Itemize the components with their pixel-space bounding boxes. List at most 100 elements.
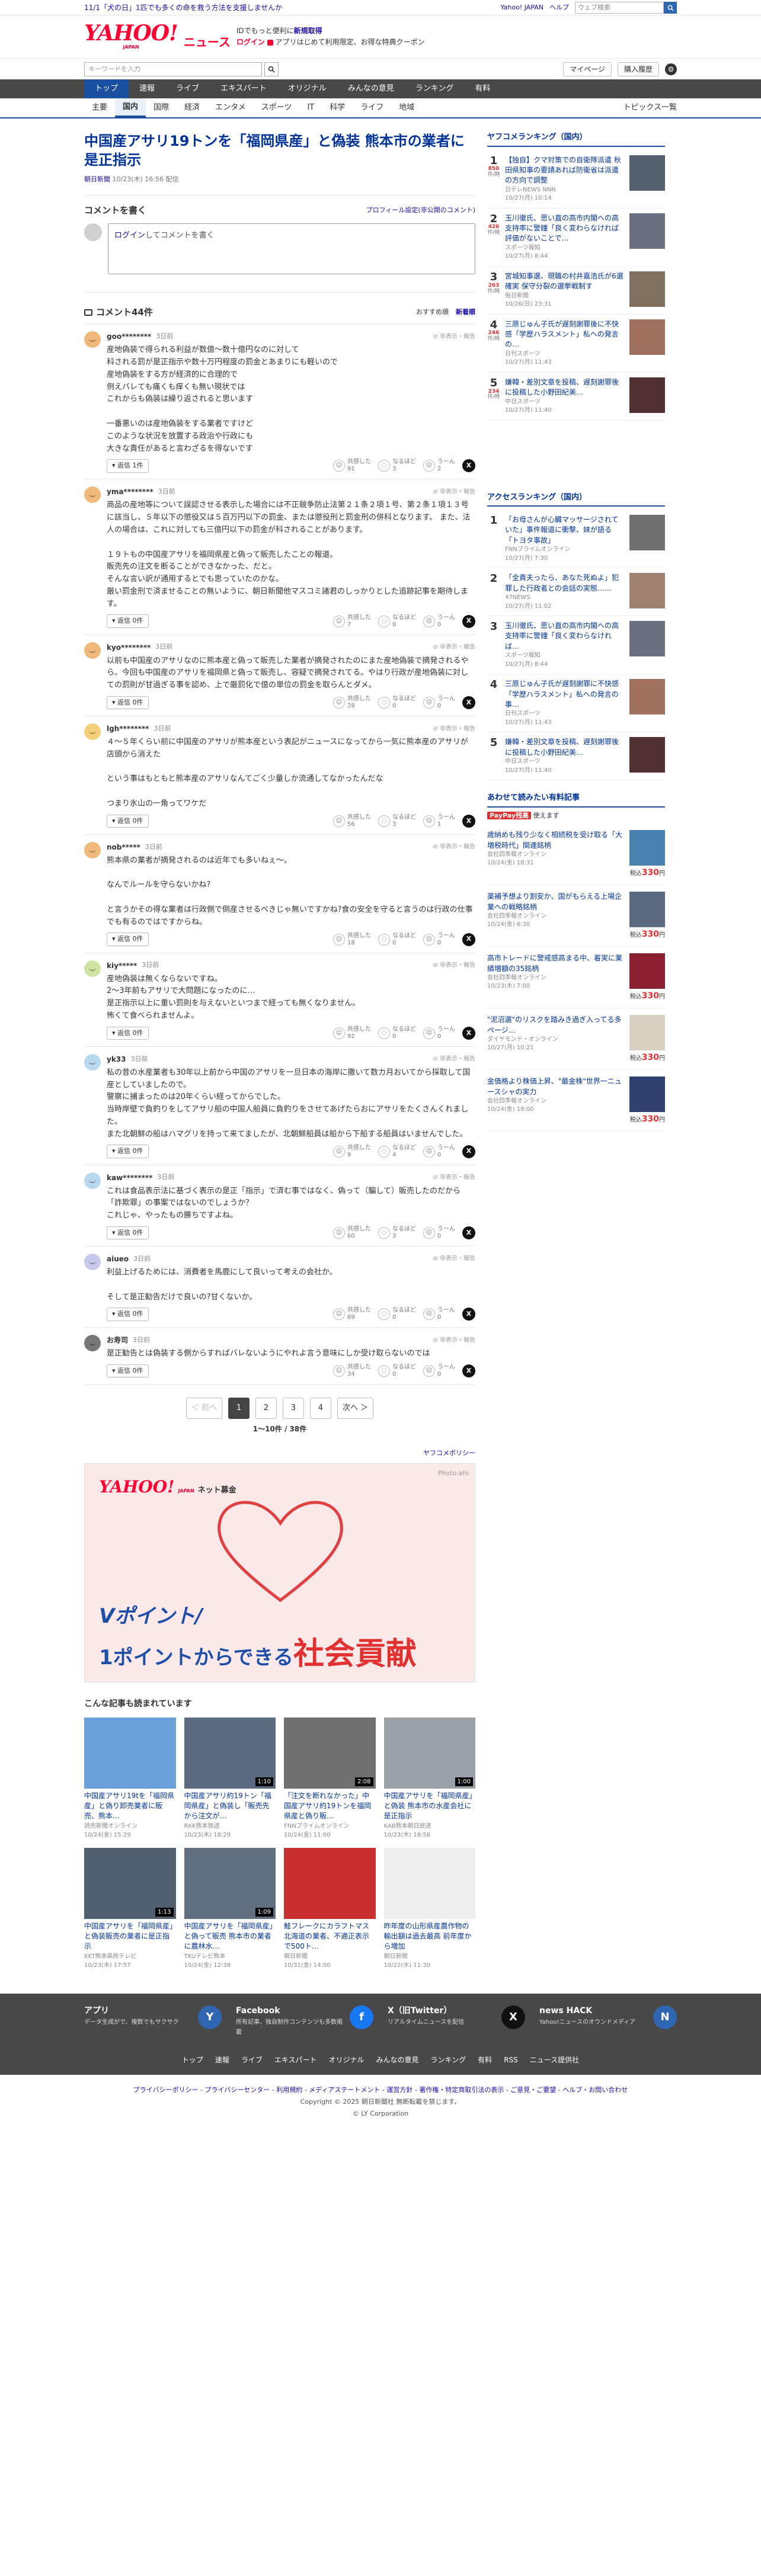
disagree-button[interactable]: ☹ うーん 0 (423, 1307, 455, 1321)
news-search-input[interactable]: キーワードを入力 (84, 62, 262, 76)
related-article-card[interactable]: 昨年度の山形県産農作物の輸出額は過去最高 前年度から増加 朝日新聞 10/22(水… (383, 1847, 475, 1970)
nav-item-2[interactable]: ライブ (165, 79, 210, 98)
agree-button[interactable]: ☺ 共感した 9 (333, 1145, 371, 1159)
prev-page-button[interactable]: ＜ 前へ (186, 1398, 222, 1420)
paid-article-item[interactable]: "泥沼選"のリスクを踏みき過ぎ入ってる多ページ… ダイヤモンド・オンライン 10/2… (487, 1009, 665, 1071)
access-ranking-item[interactable]: 3 玉川徹氏、思い直の高市内閣への高支持率に警鐘「良く変わらなければ… スポーツ報… (487, 616, 665, 675)
article-source[interactable]: 朝日新聞 (84, 175, 110, 183)
x-share-icon[interactable]: X (462, 1026, 475, 1040)
category-tab-2[interactable]: 国際 (146, 98, 177, 117)
yahoo-news-logo[interactable]: YAHOO! JAPAN ニュース (84, 23, 231, 51)
footer-nav-2[interactable]: ライブ (241, 2055, 263, 2065)
comment-user[interactable]: kiy***** (107, 960, 137, 971)
disagree-button[interactable]: ☹ うーん 0 (423, 1145, 455, 1159)
report-link[interactable]: ⊘ 非表示・報告 (433, 842, 475, 851)
report-link[interactable]: ⊘ 非表示・報告 (433, 725, 475, 733)
report-link[interactable]: ⊘ 非表示・報告 (433, 332, 475, 341)
disagree-button[interactable]: ☹ うーん 0 (423, 1026, 455, 1040)
promo-link[interactable]: 11/1「犬の日」1匹でも多くの命を救う方法を支援しませんか (84, 2, 282, 13)
hmm-button[interactable]: ◌ なるほど 0 (378, 933, 416, 947)
report-link[interactable]: ⊘ 非表示・報告 (433, 1336, 475, 1345)
footer-nav-4[interactable]: オリジナル (329, 2055, 364, 2065)
hmm-button[interactable]: ◌ なるほど 3 (378, 814, 416, 828)
category-tab-4[interactable]: エンタメ (207, 98, 254, 117)
topics-list-link[interactable]: トピックス一覧 (623, 102, 677, 114)
web-search-input[interactable]: ウェブ検索 (575, 2, 664, 14)
disagree-button[interactable]: ☹ うーん 0 (423, 614, 455, 629)
agree-button[interactable]: ☺ 共感した 60 (333, 1226, 371, 1240)
disagree-button[interactable]: ☹ うーん 0 (423, 933, 455, 947)
comment-user[interactable]: aiueo (107, 1254, 129, 1264)
ranking-item[interactable]: 5 234 件/時 嫌韓・差別文章を投稿、遅刻謝罪後に投稿した小野田紀美… 中日スポー… (487, 373, 665, 421)
related-article-card[interactable]: 1:00 中国産アサリを「福岡県産」と偽装 熊本市の水産会社に是正指示 KAB熊… (383, 1717, 475, 1840)
related-article-card[interactable]: 2:08 「注文を断れなかった」中国産アサリ約19トンを福岡県産と偽り販… FN… (284, 1717, 376, 1840)
comment-user[interactable]: yma******** (107, 486, 154, 497)
nav-item-1[interactable]: 速報 (129, 79, 165, 98)
footer-nav-0[interactable]: トップ (182, 2055, 203, 2065)
nav-item-7[interactable]: 有料 (464, 79, 501, 98)
x-share-icon[interactable]: X (462, 696, 475, 710)
nav-item-4[interactable]: オリジナル (277, 79, 337, 98)
category-tab-5[interactable]: スポーツ (254, 98, 300, 117)
footer-nav-7[interactable]: 有料 (478, 2055, 492, 2065)
agree-button[interactable]: ☺ 共感した 56 (333, 814, 371, 828)
footer-app-0[interactable]: アプリ データ生成がで、複数でもサクサク Y (84, 2005, 222, 2037)
footer-nav-1[interactable]: 速報 (215, 2055, 229, 2065)
footer-nav-5[interactable]: みんなの意見 (376, 2055, 419, 2065)
reply-button[interactable]: ▾ 返信 1件 (107, 459, 149, 473)
category-tab-6[interactable]: IT (299, 98, 322, 117)
hmm-button[interactable]: ◌ なるほど 0 (378, 1307, 416, 1321)
reply-button[interactable]: ▾ 返信 0件 (107, 1026, 149, 1040)
footer-app-3[interactable]: news HACK Yahoo!ニュースのオウンドメディア N (539, 2005, 677, 2037)
hmm-button[interactable]: ◌ なるほど 3 (378, 1226, 416, 1240)
paid-article-item[interactable]: 金価格より株価上昇、"最金株"世界一ニュースシャの実力 会社四季報オンライン 10/… (487, 1071, 665, 1133)
yahoo-japan-link[interactable]: Yahoo! JAPAN (500, 3, 543, 13)
x-share-icon[interactable]: X (462, 1145, 475, 1158)
category-tab-1[interactable]: 国内 (115, 98, 146, 117)
x-share-icon[interactable]: X (462, 933, 475, 946)
next-page-button[interactable]: 次へ ＞ (337, 1398, 374, 1420)
login-link[interactable]: ログイン (236, 38, 265, 46)
sort-recommended[interactable]: おすすめ順 (416, 307, 449, 318)
ranking-item[interactable]: 2 426 件/時 玉川徹氏、思い直の高市内閣への高支持率に警鐘「良く変わらなければ… (487, 209, 665, 267)
related-article-card[interactable]: 1:13 中国産アサリを「福岡県産」と偽装販売の業者に是正指示 KKT熊本県民テ… (84, 1847, 176, 1970)
category-tab-9[interactable]: 地域 (391, 98, 422, 117)
web-search-button[interactable] (664, 2, 677, 14)
donation-ad-banner[interactable]: YAHOO! JAPAN ネット募金 Photo:afo Vポイント/ 1ポイン… (84, 1463, 475, 1683)
footer-app-1[interactable]: Facebook 所有記事、独自制作コンテンツも多数掲載 f (236, 2005, 373, 2037)
category-tab-0[interactable]: 主要 (84, 98, 115, 117)
agree-button[interactable]: ☺ 共感した 92 (333, 1026, 371, 1040)
hmm-button[interactable]: ◌ なるほど 0 (378, 696, 416, 710)
paid-article-item[interactable]: 薬補予想より割安か、国がもらえる上場企業への戦略銘柄 会社四季報オンライン 10/2… (487, 886, 665, 948)
reply-button[interactable]: ▾ 返信 0件 (107, 696, 149, 710)
gear-icon[interactable]: ⚙ (665, 63, 677, 75)
disagree-button[interactable]: ☹ うーん 1 (423, 814, 455, 828)
category-tab-7[interactable]: 科学 (322, 98, 353, 117)
x-share-icon[interactable]: X (462, 1226, 475, 1239)
login-link[interactable]: ログイン (114, 231, 145, 240)
purchase-history-button[interactable]: 購入履歴 (617, 62, 659, 76)
x-share-icon[interactable]: X (462, 814, 475, 828)
hmm-button[interactable]: ◌ なるほど 0 (378, 1364, 416, 1378)
x-share-icon[interactable]: X (462, 1308, 475, 1321)
reply-button[interactable]: ▾ 返信 0件 (107, 614, 149, 628)
comment-user[interactable]: お寿司 (107, 1335, 128, 1345)
footer-nav-8[interactable]: RSS (504, 2055, 518, 2065)
nav-item-0[interactable]: トップ (84, 79, 129, 98)
help-link[interactable]: ヘルプ (549, 3, 569, 13)
related-article-card[interactable]: 中国産アサリ19tを「福岡県産」と偽り卸売業者に販売、熊本… 読売新聞オンライン… (84, 1717, 176, 1840)
footer-app-2[interactable]: X（旧Twitter） リアルタイムニュースを配信 X (388, 2005, 525, 2037)
comment-user[interactable]: kaw******** (107, 1172, 152, 1183)
agree-button[interactable]: ☺ 共感した 91 (333, 459, 371, 473)
agree-button[interactable]: ☺ 共感した 18 (333, 933, 371, 947)
comment-policy-link[interactable]: ヤフコメポリシー (423, 1449, 475, 1457)
report-link[interactable]: ⊘ 非表示・報告 (433, 1173, 475, 1182)
paid-article-item[interactable]: 高市トレードに警戒感高まる中、着実に業績増額の35銘柄 会社四季報オンライン 10/… (487, 947, 665, 1010)
reply-button[interactable]: ▾ 返信 0件 (107, 1226, 149, 1240)
profile-settings-link[interactable]: プロフィール設定(非公開のコメント) (366, 206, 475, 216)
news-search-button[interactable] (264, 62, 279, 76)
agree-button[interactable]: ☺ 共感した 69 (333, 1307, 371, 1321)
related-article-card[interactable]: 鮭フレークにカラフトマス 北海道の業者、不適正表示で500ト… 朝日新聞 10/3… (284, 1847, 376, 1970)
report-link[interactable]: ⊘ 非表示・報告 (433, 1055, 475, 1063)
category-tab-3[interactable]: 経済 (177, 98, 207, 117)
